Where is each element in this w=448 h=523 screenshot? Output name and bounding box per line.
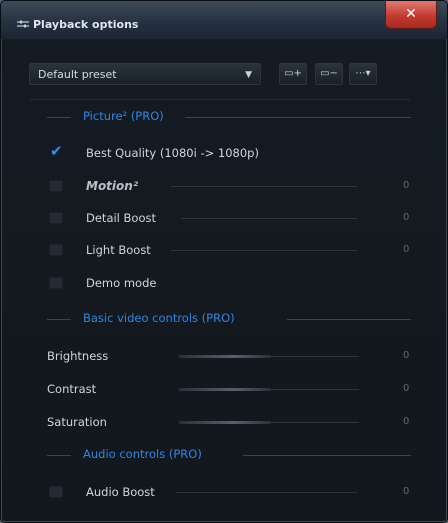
contrast-value: 0 [403,383,410,394]
light-boost-label: Light Boost [86,243,151,257]
demo-mode-label: Demo mode [86,276,157,290]
checkmark-icon[interactable]: ✔ [50,142,63,160]
brightness-slider-fill[interactable] [179,355,271,358]
preset-toolbar: Default preset ▼ ▭+ ▭− ⋯▾ [29,63,423,87]
detail-boost-checkbox[interactable] [49,212,63,224]
audio-boost-label: Audio Boost [86,485,155,499]
section-audio-header: Audio controls (PRO) [47,447,411,463]
contrast-label: Contrast [47,382,97,396]
audio-boost-value: 0 [403,486,410,497]
saturation-slider-fill[interactable] [179,421,271,424]
title-bar[interactable]: Playback options ✕ [1,1,447,39]
light-boost-row: Light Boost 0 [1,241,447,261]
saturation-label: Saturation [47,415,107,429]
section-audio-title: Audio controls (PRO) [83,447,202,461]
section-divider-left [47,117,71,118]
preset-selected-value: Default preset [38,68,117,81]
saturation-row: Saturation 0 [1,413,447,433]
detail-boost-label: Detail Boost [86,211,156,225]
contrast-slider-fill[interactable] [179,388,271,391]
motion-row: Motion² 0 [1,177,447,197]
close-button[interactable]: ✕ [385,1,437,29]
section-divider-left [47,455,71,456]
best-quality-label: Best Quality (1080i -> 1080p) [86,146,259,160]
brightness-label: Brightness [47,349,109,363]
preset-options-button[interactable]: ⋯▾ [349,63,377,85]
preset-options-icon: ⋯▾ [355,68,371,79]
demo-mode-checkbox[interactable] [49,277,63,289]
playback-options-window: Playback options ✕ Default preset ▼ ▭+ ▭… [0,0,448,523]
detail-boost-row: Detail Boost 0 [1,209,447,229]
motion-checkbox[interactable] [49,180,63,192]
motion-logo: Motion² [86,179,139,193]
toolbar-divider [30,99,410,100]
section-picture-header: Picture² (PRO) [47,109,411,125]
section-picture-title: Picture² (PRO) [83,109,164,123]
save-preset-icon: ▭+ [284,68,302,79]
detail-boost-value: 0 [403,212,410,223]
audio-boost-checkbox[interactable] [49,486,63,498]
audio-boost-slider[interactable] [176,492,357,493]
motion-value: 0 [403,180,410,191]
section-divider-right [287,319,411,320]
chevron-down-icon: ▼ [245,70,252,80]
brightness-value: 0 [403,350,410,361]
motion-slider[interactable] [171,186,357,187]
close-icon: ✕ [405,6,417,22]
light-boost-value: 0 [403,244,410,255]
delete-preset-button[interactable]: ▭− [315,63,343,85]
light-boost-checkbox[interactable] [49,244,63,256]
section-divider-left [47,319,71,320]
saturation-value: 0 [403,416,410,427]
window-title: Playback options [33,18,139,31]
section-basic-video-header: Basic video controls (PRO) [47,311,411,327]
settings-sliders-icon [17,20,29,28]
demo-mode-row: Demo mode [1,274,447,294]
section-basic-video-title: Basic video controls (PRO) [83,311,235,325]
delete-preset-icon: ▭− [320,68,338,79]
preset-dropdown[interactable]: Default preset ▼ [29,63,261,85]
best-quality-row[interactable]: ✔ Best Quality (1080i -> 1080p) [1,142,447,164]
section-divider-right [243,455,411,456]
brightness-row: Brightness 0 [1,347,447,367]
audio-boost-row: Audio Boost 0 [1,483,447,503]
detail-boost-slider[interactable] [181,218,357,219]
light-boost-slider[interactable] [171,250,357,251]
section-divider-right [185,117,411,118]
contrast-row: Contrast 0 [1,380,447,400]
save-preset-button[interactable]: ▭+ [279,63,307,85]
